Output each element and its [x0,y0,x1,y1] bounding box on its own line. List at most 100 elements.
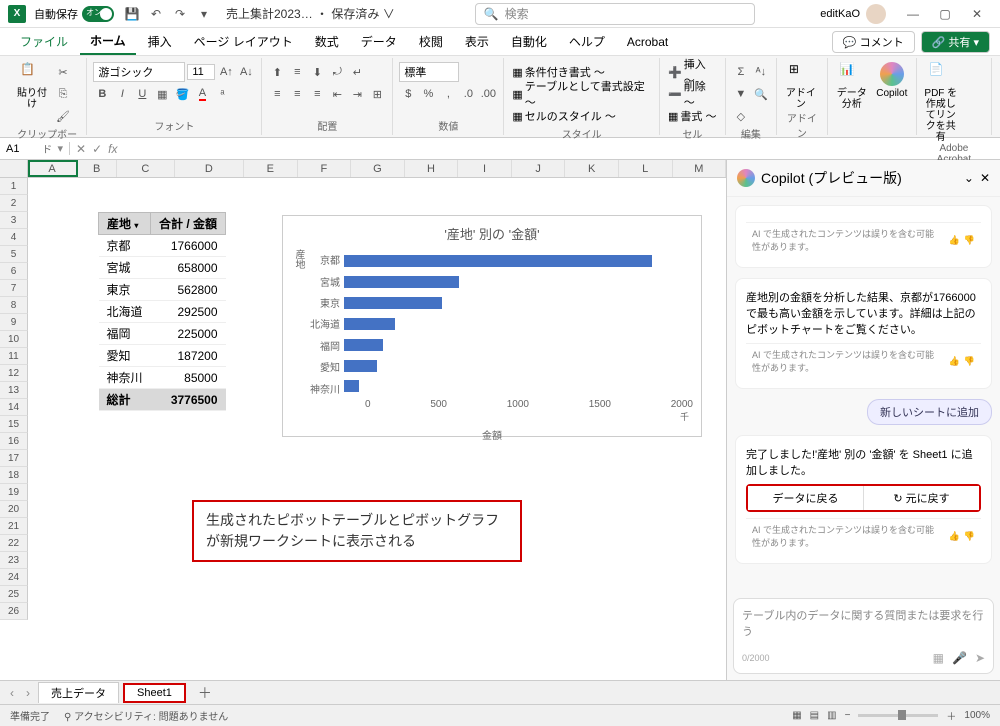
find-icon[interactable]: 🔍 [752,85,770,103]
row-header[interactable]: 21 [0,518,28,535]
copilot-close-icon[interactable]: ✕ [980,171,990,185]
sheet-tab-active[interactable]: Sheet1 [123,683,186,703]
send-icon[interactable]: ➤ [975,651,985,665]
thumbs-down-icon[interactable]: 👎 [964,356,975,367]
italic-icon[interactable]: I [113,85,131,103]
save-icon[interactable]: 💾 [122,4,142,24]
row-header[interactable]: 12 [0,365,28,382]
zoom-level[interactable]: 100% [964,710,990,721]
currency-icon[interactable]: $ [399,85,417,103]
tab-data[interactable]: データ [351,29,407,54]
col-header[interactable]: C [117,160,175,177]
indent-increase-icon[interactable]: ⇥ [348,85,366,103]
indent-decrease-icon[interactable]: ⇤ [328,85,346,103]
row-header[interactable]: 6 [0,263,28,280]
autosum-icon[interactable]: Σ [732,63,750,81]
qat-dropdown-icon[interactable]: ▾ [194,4,214,24]
fill-color-icon[interactable]: 🪣 [173,85,191,103]
tab-page-layout[interactable]: ページ レイアウト [184,29,303,54]
underline-icon[interactable]: U [133,85,151,103]
select-all-corner[interactable] [0,160,28,177]
row-header[interactable]: 25 [0,586,28,603]
share-button[interactable]: 🔗 共有 ▾ [921,31,990,53]
addins-button[interactable]: ⊞アドイン [783,62,819,110]
row-header[interactable]: 19 [0,484,28,501]
row-header[interactable]: 16 [0,433,28,450]
row-header[interactable]: 5 [0,246,28,263]
decimal-decrease-icon[interactable]: .00 [479,85,497,103]
row-header[interactable]: 17 [0,450,28,467]
col-header[interactable]: J [512,160,566,177]
merge-icon[interactable]: ⊞ [368,85,386,103]
row-header[interactable]: 18 [0,467,28,484]
redo-icon[interactable]: ↷ [170,4,190,24]
row-header[interactable]: 26 [0,603,28,620]
decimal-increase-icon[interactable]: .0 [459,85,477,103]
copilot-collapse-icon[interactable]: ⌄ [964,171,974,185]
add-new-sheet-button[interactable]: 新しいシートに追加 [867,399,992,425]
row-header[interactable]: 23 [0,552,28,569]
tab-view[interactable]: 表示 [455,29,499,54]
enter-formula-icon[interactable]: ✓ [92,142,102,156]
sort-icon[interactable]: ᴬ↓ [752,63,770,81]
maximize-button[interactable]: ▢ [930,3,960,25]
col-header[interactable]: G [351,160,405,177]
row-header[interactable]: 7 [0,280,28,297]
align-right-icon[interactable]: ≡ [308,85,326,103]
sheet-nav-next[interactable]: › [22,686,34,700]
autosave-toggle[interactable]: オン [82,6,114,22]
search-box[interactable]: 🔍 検索 [475,3,755,25]
row-header[interactable]: 13 [0,382,28,399]
row-header[interactable]: 9 [0,314,28,331]
view-page-break-icon[interactable]: ▥ [827,710,836,721]
format-cells-button[interactable]: ▦書式 ～ [666,106,719,126]
format-painter-icon[interactable]: 🖌 [54,107,72,125]
undo-icon[interactable]: ↶ [146,4,166,24]
align-middle-icon[interactable]: ≡ [288,63,306,81]
cancel-formula-icon[interactable]: ✕ [76,142,86,156]
tab-automate[interactable]: 自動化 [501,29,557,54]
tab-review[interactable]: 校閲 [409,29,453,54]
pivot-chart[interactable]: '産地' 別の '金額' 産地 京都宮城東京北海道福岡愛知神奈川 0500100… [282,215,702,437]
thumbs-up-icon[interactable]: 👍 [949,356,960,367]
view-normal-icon[interactable]: ▦ [792,710,801,721]
sheet-tab[interactable]: 売上データ [38,682,119,703]
worksheet[interactable]: A B C D E F G H I J K L M 12345678910111… [0,160,726,680]
undo-button[interactable]: ↻ 元に戻す [864,486,979,510]
phonetic-icon[interactable]: ᵃ [213,85,231,103]
view-page-layout-icon[interactable]: ▤ [810,710,819,721]
col-header[interactable]: K [565,160,619,177]
percent-icon[interactable]: % [419,85,437,103]
bold-icon[interactable]: B [93,85,111,103]
row-header[interactable]: 15 [0,416,28,433]
tab-acrobat[interactable]: Acrobat [617,31,678,53]
back-to-data-button[interactable]: データに戻る [748,486,864,510]
wrap-text-icon[interactable]: ↵ [348,63,366,81]
tab-help[interactable]: ヘルプ [559,29,615,54]
copilot-button[interactable]: Copilot [874,62,910,99]
format-as-table-button[interactable]: ▦テーブルとして書式設定 ～ [510,84,653,104]
font-name-combo[interactable]: 游ゴシック [93,62,185,82]
row-header[interactable]: 8 [0,297,28,314]
user-account[interactable]: editKaO [820,4,886,24]
comma-icon[interactable]: , [439,85,457,103]
name-box[interactable]: A1▾ [0,142,70,155]
row-header[interactable]: 22 [0,535,28,552]
fx-icon[interactable]: fx [108,142,117,156]
tab-file[interactable]: ファイル [10,29,78,54]
col-header[interactable]: E [244,160,298,177]
zoom-out-button[interactable]: − [845,710,851,721]
thumbs-down-icon[interactable]: 👎 [964,235,975,246]
col-header[interactable]: F [298,160,352,177]
add-sheet-button[interactable]: ＋ [190,683,220,703]
row-header[interactable]: 10 [0,331,28,348]
row-header[interactable]: 24 [0,569,28,586]
create-pdf-button[interactable]: 📄PDF を作成してリンクを共有 [923,62,959,143]
zoom-in-button[interactable]: ＋ [946,708,956,723]
fill-icon[interactable]: ▼ [732,85,750,103]
paste-button[interactable]: 📋 貼り付け [14,62,50,110]
font-size-combo[interactable]: 11 [187,64,215,80]
pivot-table[interactable]: 産地 ▾合計 / 金額京都1766000宮城658000東京562800北海道2… [98,212,226,411]
cell-styles-button[interactable]: ▦セルのスタイル ～ [510,106,653,126]
border-icon[interactable]: ▦ [153,85,171,103]
